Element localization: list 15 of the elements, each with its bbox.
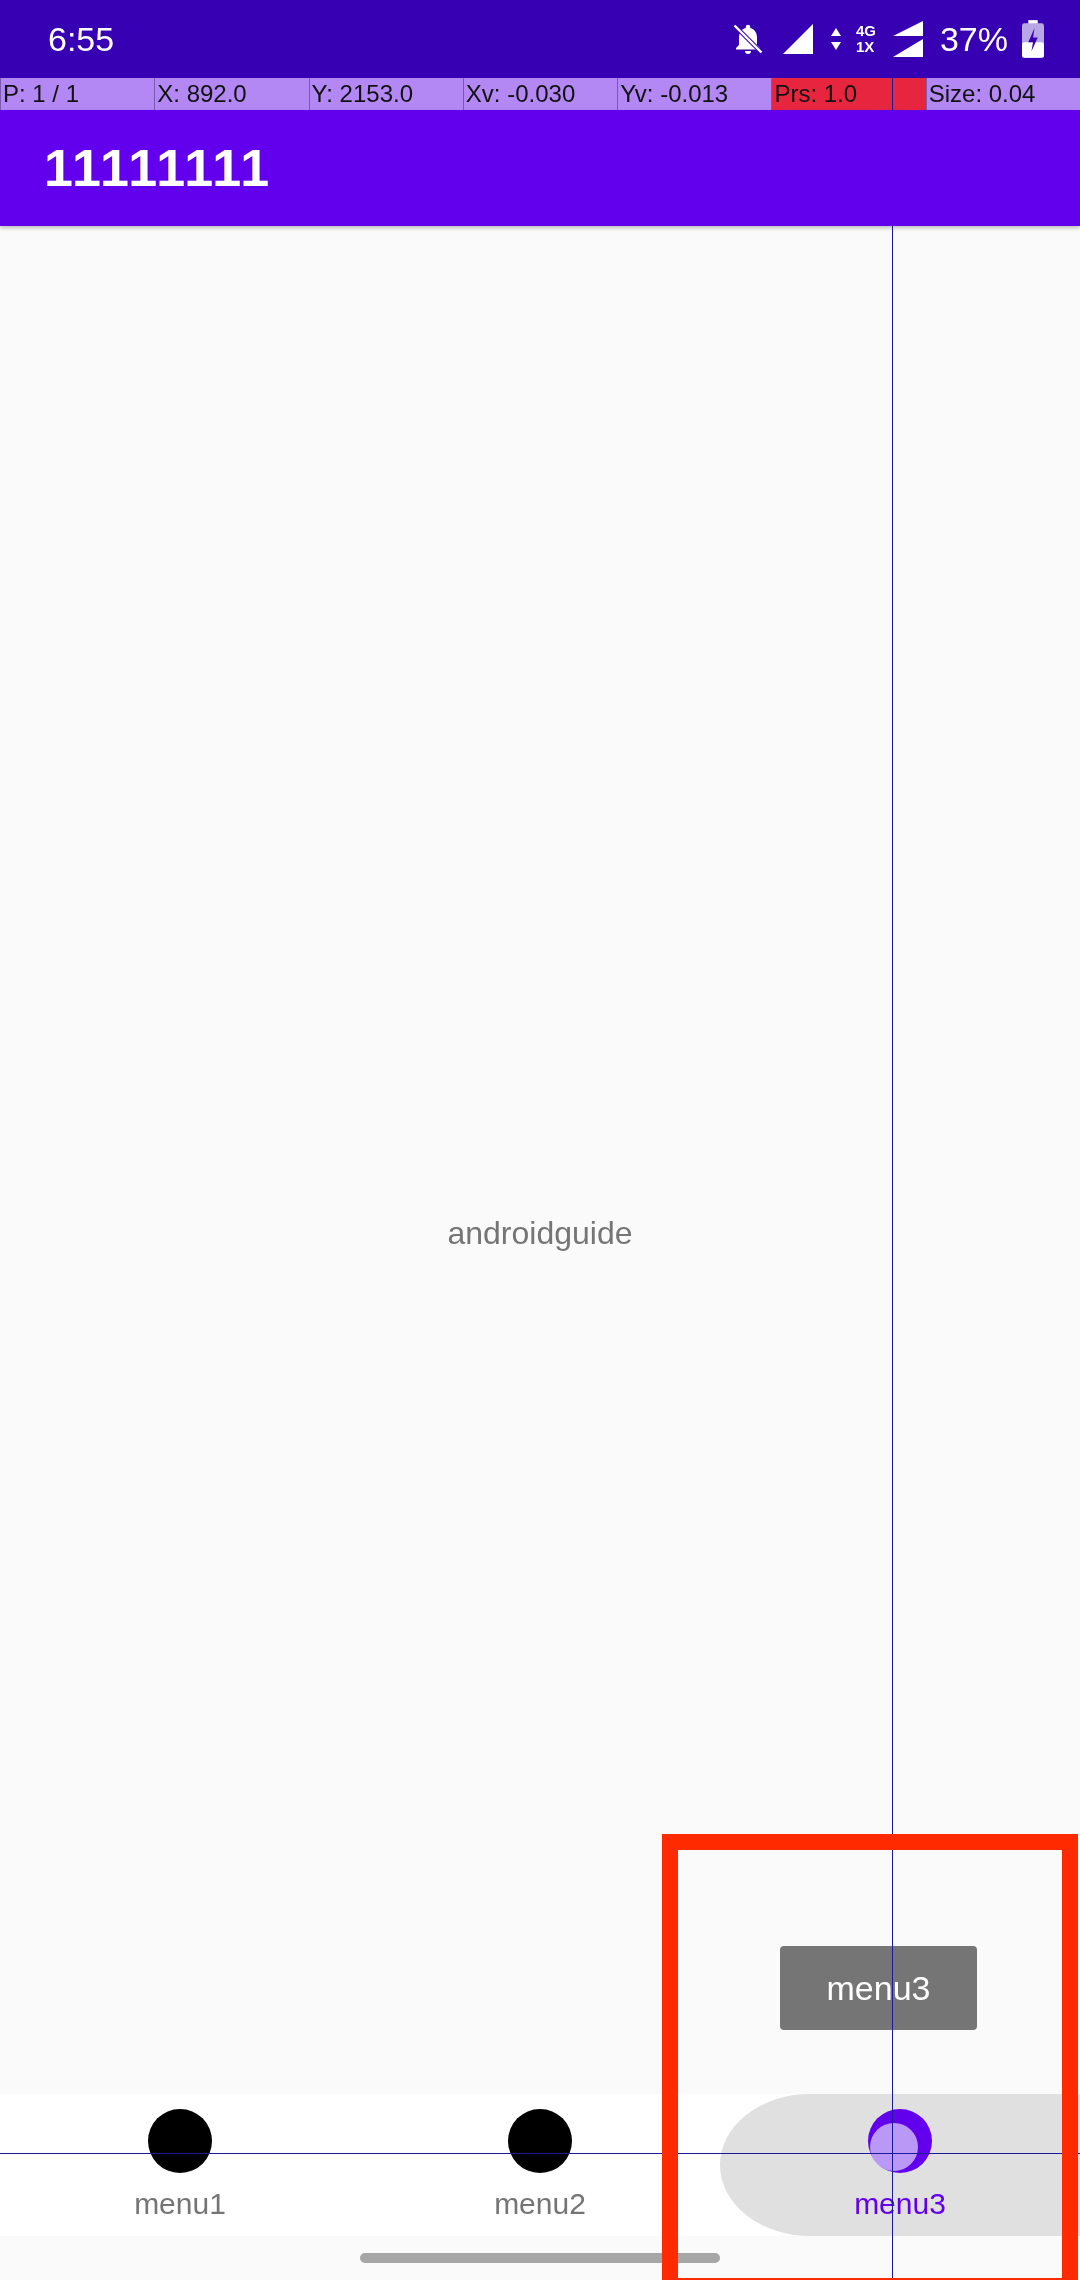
nav-item[interactable]: menu1 [0, 2094, 360, 2236]
network-type: 1X [855, 39, 876, 55]
content-text: androidguide [447, 1214, 633, 1252]
data-arrows-icon [829, 26, 842, 52]
circle-icon [508, 2109, 572, 2173]
gesture-handle[interactable] [360, 2253, 720, 2263]
clock: 6:55 [48, 19, 115, 59]
circle-icon [868, 2109, 932, 2173]
network-type: 4G [855, 23, 876, 39]
nav-item[interactable]: menu2 [360, 2094, 720, 2236]
pointer-info-cell: Prs: 1.0 [771, 78, 926, 110]
circle-icon [148, 2109, 212, 2173]
battery-percent: 37% [939, 19, 1008, 59]
battery-charging-icon [1022, 20, 1044, 58]
app-title: 11111111 [44, 138, 272, 198]
